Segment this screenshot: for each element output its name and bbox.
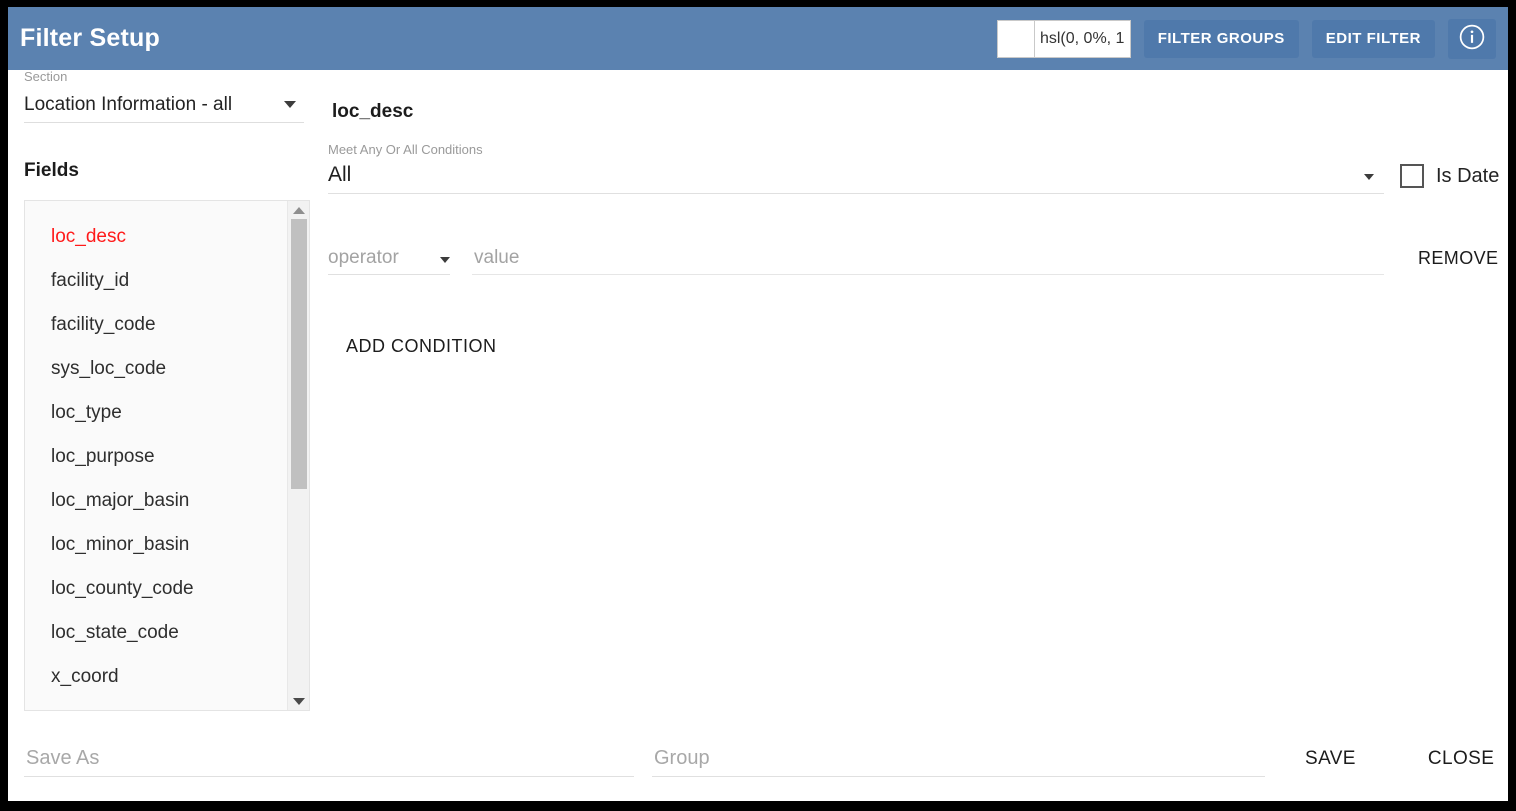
dialog-footer: SAVE CLOSE <box>8 717 1508 801</box>
field-list-item[interactable]: loc_type <box>25 391 287 435</box>
edit-filter-button[interactable]: EDIT FILTER <box>1311 19 1435 58</box>
field-list-item[interactable]: facility_id <box>25 259 287 303</box>
header-actions: hsl(0, 0%, 1 FILTER GROUPS EDIT FILTER <box>996 18 1496 59</box>
operator-placeholder: operator <box>328 246 399 268</box>
is-date-checkbox-row[interactable]: Is Date <box>1400 164 1499 188</box>
chevron-down-icon <box>284 101 296 108</box>
meet-conditions-group: Meet Any Or All Conditions All <box>328 143 1384 194</box>
chevron-down-icon <box>440 257 450 263</box>
remove-condition-button[interactable]: REMOVE <box>1412 244 1504 273</box>
chevron-down-icon <box>1364 174 1374 180</box>
fields-list-items: loc_desc facility_id facility_code sys_loc_… <box>25 201 287 710</box>
meet-conditions-select[interactable]: All <box>328 157 1384 194</box>
scroll-up-arrow-icon[interactable] <box>288 201 309 219</box>
scroll-down-arrow-glyph <box>293 697 305 705</box>
page-title: Filter Setup <box>20 24 160 52</box>
value-input[interactable] <box>472 241 1384 275</box>
close-button[interactable]: CLOSE <box>1420 742 1502 776</box>
dialog-header: Filter Setup hsl(0, 0%, 1 FILTER GROUPS … <box>8 7 1508 70</box>
fields-list[interactable]: loc_desc facility_id facility_code sys_loc_… <box>24 200 310 711</box>
section-select[interactable]: Location Information - all <box>24 87 304 123</box>
condition-row: operator REMOVE <box>328 241 1508 275</box>
add-condition-button[interactable]: ADD CONDITION <box>340 332 503 361</box>
field-list-item[interactable]: loc_desc <box>25 215 287 259</box>
save-button[interactable]: SAVE <box>1297 742 1364 776</box>
scroll-down-arrow-icon[interactable] <box>288 692 309 710</box>
field-list-item[interactable]: loc_purpose <box>25 435 287 479</box>
operator-select[interactable]: operator <box>328 241 450 275</box>
color-swatch[interactable] <box>997 20 1035 57</box>
field-list-item[interactable]: sys_loc_code <box>25 347 287 391</box>
fields-scrollbar[interactable] <box>287 201 309 710</box>
main-panel: loc_desc Meet Any Or All Conditions All … <box>320 70 1508 361</box>
scroll-up-arrow-glyph <box>293 206 305 214</box>
sidebar: Section Location Information - all Field… <box>24 70 320 711</box>
field-list-item[interactable]: facility_code <box>25 303 287 347</box>
field-list-item[interactable]: loc_major_basin <box>25 479 287 523</box>
filter-groups-button[interactable]: FILTER GROUPS <box>1143 19 1299 58</box>
is-date-checkbox[interactable] <box>1400 164 1424 188</box>
field-list-item[interactable]: x_coord <box>25 655 287 699</box>
field-list-item[interactable]: loc_minor_basin <box>25 523 287 567</box>
info-circle-icon <box>1459 24 1485 53</box>
meet-conditions-row: Meet Any Or All Conditions All Is Date <box>328 143 1508 194</box>
field-list-item[interactable]: loc_county_code <box>25 567 287 611</box>
group-input[interactable] <box>652 741 1265 777</box>
scrollbar-thumb[interactable] <box>291 219 307 489</box>
fields-heading: Fields <box>24 160 79 181</box>
meet-conditions-value: All <box>328 163 352 186</box>
section-label: Section <box>24 70 68 84</box>
color-value-text[interactable]: hsl(0, 0%, 1 <box>1035 21 1130 57</box>
is-date-label: Is Date <box>1436 164 1500 187</box>
save-as-input[interactable] <box>24 741 634 777</box>
selected-field-title: loc_desc <box>332 101 414 122</box>
meet-conditions-label: Meet Any Or All Conditions <box>328 143 483 157</box>
section-select-value: Location Information - all <box>24 93 233 115</box>
filter-setup-dialog: Filter Setup hsl(0, 0%, 1 FILTER GROUPS … <box>8 7 1508 801</box>
color-picker-field[interactable]: hsl(0, 0%, 1 <box>996 19 1131 58</box>
info-button[interactable] <box>1448 18 1496 59</box>
field-list-item[interactable]: loc_state_code <box>25 611 287 655</box>
